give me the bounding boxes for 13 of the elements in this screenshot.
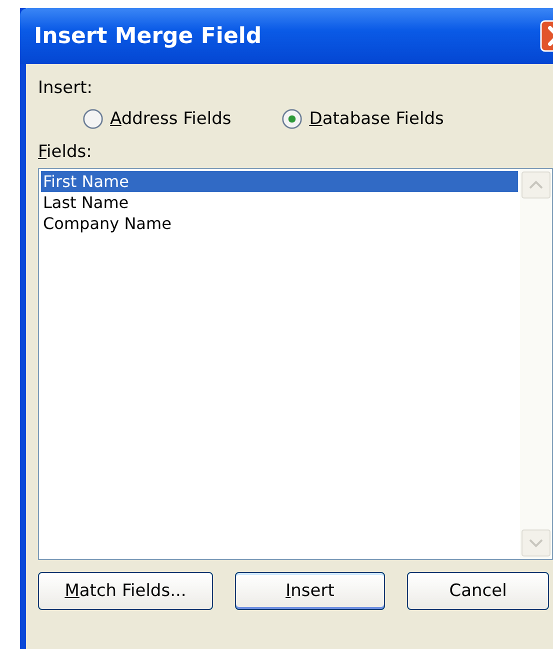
insert-label: Insert: [38, 77, 94, 100]
list-item[interactable]: First Name [41, 171, 518, 192]
radio-option[interactable]: Database Fields [281, 108, 444, 130]
window-title: Insert Merge Field [34, 24, 262, 48]
radio-option[interactable]: Address Fields [82, 108, 232, 130]
dialog-button[interactable]: Match Fields... [38, 572, 213, 610]
radio-button[interactable] [281, 108, 304, 130]
dialog-button[interactable]: Cancel [407, 572, 549, 610]
list-item[interactable]: Last Name [41, 192, 518, 213]
fields-label: Fields: [38, 141, 93, 164]
dialog-button[interactable]: Insert [235, 572, 385, 610]
list-item[interactable]: Company Name [41, 213, 518, 234]
radio-button[interactable] [82, 108, 104, 130]
